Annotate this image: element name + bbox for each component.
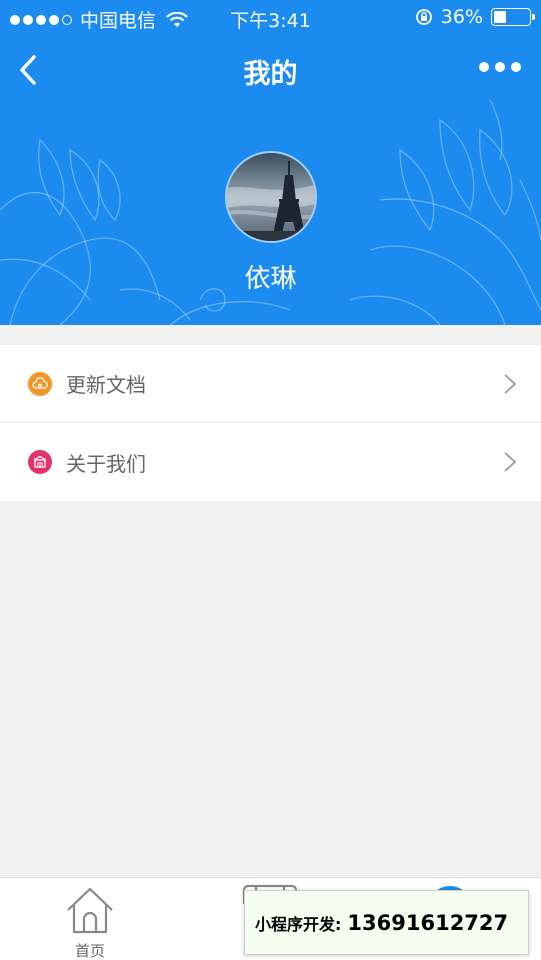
status-bar: 中国电信 下午3:41 36% — [0, 0, 541, 36]
menu-item-update-docs[interactable]: 更新文档 — [0, 345, 541, 423]
more-dot-icon — [479, 62, 489, 72]
more-dot-icon — [511, 62, 521, 72]
avatar[interactable] — [225, 151, 317, 243]
more-options-button[interactable] — [479, 62, 521, 72]
developer-contact-banner: 小程序开发: 13691612727 — [244, 890, 529, 955]
chevron-right-icon — [504, 452, 517, 472]
settings-menu: 更新文档 关于我们 — [0, 345, 541, 501]
building-icon — [28, 450, 52, 474]
battery-fill — [494, 11, 507, 23]
battery-percent: 36% — [440, 6, 483, 28]
menu-item-label: 更新文档 — [66, 373, 146, 397]
more-dot-icon — [495, 62, 505, 72]
chevron-right-icon — [504, 374, 517, 394]
eiffel-tower-photo — [227, 153, 315, 241]
banner-phone: 13691612727 — [347, 910, 509, 935]
username: 依琳 — [244, 264, 297, 294]
menu-item-label: 关于我们 — [66, 451, 146, 476]
home-icon — [67, 887, 113, 934]
banner-label: 小程序开发: — [255, 914, 342, 934]
battery-icon — [491, 8, 535, 26]
status-right: 36% — [415, 6, 535, 28]
profile-page: 中国电信 下午3:41 36% 我的 依琳 更新文档 关于我们 首页 小程序开发… — [0, 0, 541, 960]
menu-item-about-us[interactable]: 关于我们 — [0, 423, 541, 501]
rotation-lock-icon — [415, 9, 432, 25]
profile-header: 中国电信 下午3:41 36% 我的 依琳 — [0, 0, 541, 325]
tab-label: 首页 — [74, 942, 105, 960]
navigation-bar: 我的 — [0, 40, 541, 102]
page-title: 我的 — [243, 59, 298, 90]
cloud-upload-icon — [28, 371, 52, 396]
tab-home[interactable]: 首页 — [0, 878, 180, 960]
